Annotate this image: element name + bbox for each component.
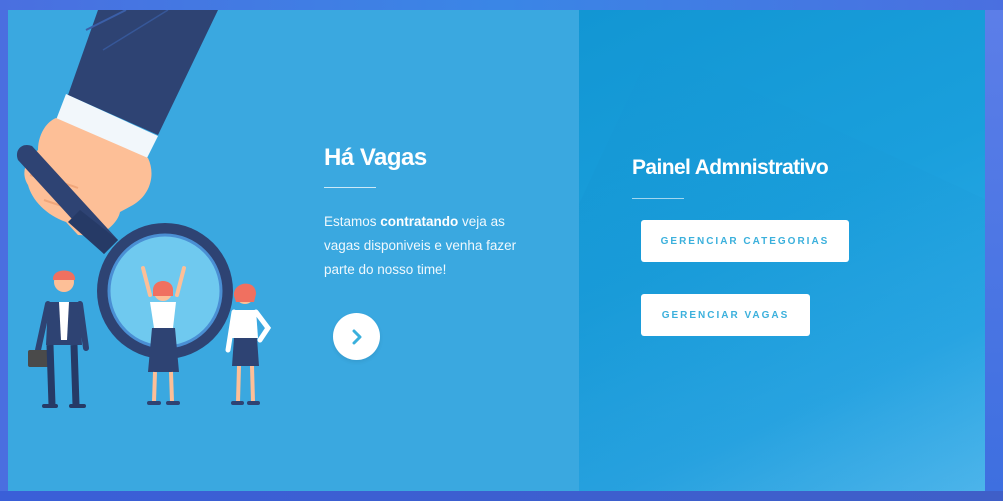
hiring-section: Há Vagas Estamos contratando veja as vag… [8, 10, 579, 491]
hiring-text-start: Estamos [324, 214, 381, 229]
manage-jobs-button[interactable]: GERENCIAR VAGAS [641, 294, 810, 336]
manage-categories-button[interactable]: GERENCIAR CATEGORIAS [641, 220, 849, 262]
admin-title-divider [632, 198, 684, 199]
bottom-edge-strip [0, 491, 1003, 501]
hiring-description: Estamos contratando veja as vagas dispon… [324, 210, 529, 282]
admin-panel-title: Painel Admnistrativo [632, 156, 829, 179]
hiring-title: Há Vagas [324, 144, 427, 171]
page-frame: Há Vagas Estamos contratando veja as vag… [8, 10, 985, 491]
chevron-right-icon [352, 329, 361, 344]
admin-panel-section: Painel Admnistrativo GERENCIAR CATEGORIA… [579, 10, 985, 491]
right-edge-strip [985, 10, 1003, 491]
hiring-text-bold: contratando [380, 214, 459, 229]
hiring-title-divider [324, 187, 376, 188]
view-jobs-arrow-button[interactable] [333, 313, 380, 360]
man-briefcase-figure [28, 270, 89, 408]
hiring-illustration [16, 10, 272, 408]
woman-standing-figure [225, 283, 272, 405]
